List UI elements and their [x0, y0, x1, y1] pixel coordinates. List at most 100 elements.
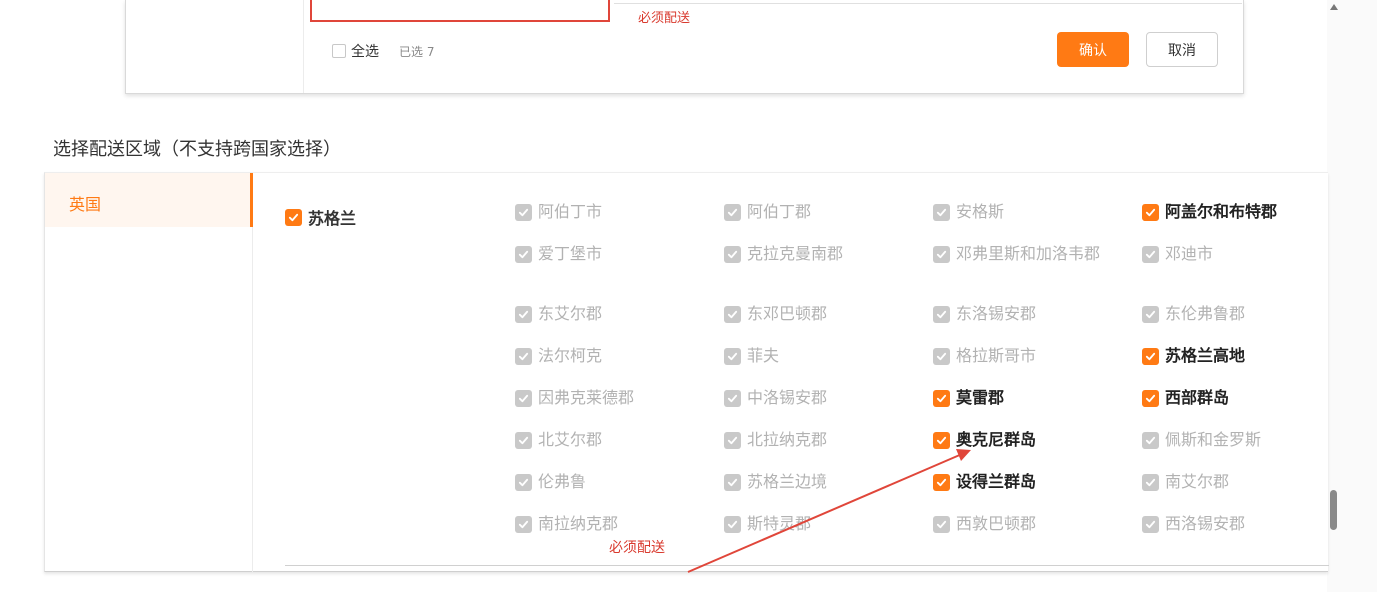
region-checkbox-item[interactable]: 邓弗里斯和加洛韦郡 [933, 245, 1100, 263]
checkbox-disabled-icon [724, 204, 741, 221]
region-label: 北拉纳克郡 [747, 430, 828, 449]
checkbox-disabled-icon [724, 348, 741, 365]
region-checkbox-item[interactable]: 克拉克曼南郡 [724, 245, 843, 263]
country-label: 英国 [69, 195, 102, 214]
region-checkbox-item[interactable]: 阿伯丁市 [515, 203, 602, 221]
annotation-red-box [310, 0, 610, 22]
annotation-required-note-bottom: 必须配送 [609, 540, 665, 556]
region-checkbox-item[interactable]: 南艾尔郡 [1142, 473, 1229, 491]
checkbox-disabled-icon [933, 246, 950, 263]
region-panel-title: 选择配送区域（不支持跨国家选择） [53, 139, 341, 160]
region-label: 伦弗鲁 [538, 472, 587, 491]
region-checkbox-item[interactable]: 伦弗鲁 [515, 473, 586, 491]
top-dialog-divider [614, 3, 1242, 4]
region-checkbox-item[interactable]: 佩斯和金罗斯 [1142, 431, 1261, 449]
region-checkbox-item[interactable]: 阿盖尔和布特郡 [1142, 203, 1277, 221]
region-checkbox-item[interactable]: 苏格兰高地 [1142, 347, 1245, 365]
country-list: 英国 [45, 173, 253, 572]
region-checkbox-item[interactable]: 苏格兰边境 [724, 473, 827, 491]
scrollbar-thumb[interactable] [1330, 490, 1337, 530]
confirm-button[interactable]: 确认 [1057, 32, 1129, 67]
checkbox-disabled-icon [724, 306, 741, 323]
region-group-checkbox[interactable]: 苏格兰 [285, 205, 356, 229]
checkbox-disabled-icon [515, 246, 532, 263]
checkbox-disabled-icon [933, 516, 950, 533]
region-label: 西部群岛 [1165, 388, 1230, 407]
selected-count: 已选 7 [399, 45, 435, 59]
checkbox-checked-icon [285, 208, 302, 226]
checkbox-checked-icon [1142, 390, 1159, 407]
checkbox-disabled-icon [515, 390, 532, 407]
checkbox-disabled-icon [724, 246, 741, 263]
region-checkbox-item[interactable]: 西敦巴顿郡 [933, 515, 1036, 533]
checkbox-checked-icon [1142, 204, 1159, 221]
checkbox-empty-icon [332, 44, 346, 58]
top-dialog-side-column [126, 0, 304, 93]
region-label: 阿伯丁郡 [747, 202, 812, 221]
checkbox-disabled-icon [724, 516, 741, 533]
region-label: 菲夫 [747, 346, 780, 365]
checkbox-disabled-icon [933, 204, 950, 221]
region-label: 北艾尔郡 [538, 430, 603, 449]
region-checkbox-item[interactable]: 奥克尼群岛 [933, 431, 1036, 449]
region-label: 设得兰群岛 [956, 472, 1037, 491]
region-checkbox-item[interactable]: 东伦弗鲁郡 [1142, 305, 1245, 323]
region-checkbox-item[interactable]: 东艾尔郡 [515, 305, 602, 323]
country-item-selected[interactable]: 英国 [45, 173, 253, 227]
region-checkbox-item[interactable]: 中洛锡安郡 [724, 389, 827, 407]
region-label: 格拉斯哥市 [956, 346, 1037, 365]
region-label: 邓迪市 [1165, 244, 1214, 263]
region-label: 东邓巴顿郡 [747, 304, 828, 323]
region-checkbox-item[interactable]: 菲夫 [724, 347, 779, 365]
checkbox-disabled-icon [724, 390, 741, 407]
region-label: 佩斯和金罗斯 [1165, 430, 1262, 449]
select-all-checkbox[interactable]: 全选 [332, 41, 379, 61]
region-label: 法尔柯克 [538, 346, 603, 365]
checkbox-disabled-icon [724, 432, 741, 449]
cancel-button[interactable]: 取消 [1146, 32, 1218, 67]
region-checkbox-item[interactable]: 西部群岛 [1142, 389, 1229, 407]
region-checkbox-item[interactable]: 格拉斯哥市 [933, 347, 1036, 365]
checkbox-checked-icon [933, 474, 950, 491]
checkbox-disabled-icon [515, 204, 532, 221]
region-checkbox-item[interactable]: 北拉纳克郡 [724, 431, 827, 449]
region-checkbox-item[interactable]: 安格斯 [933, 203, 1004, 221]
region-checkbox-item[interactable]: 阿伯丁郡 [724, 203, 811, 221]
region-panel: 英国 苏格兰 阿伯丁市 阿伯丁郡 安格斯 阿盖尔和布特郡爱丁堡市 克拉克曼南郡 邓弗里斯和… [44, 172, 1329, 572]
annotation-required-note-top: 必须配送 [638, 11, 691, 26]
scroll-up-arrow-icon[interactable] [1330, 4, 1338, 10]
region-checkbox-item[interactable]: 东洛锡安郡 [933, 305, 1036, 323]
region-label: 因弗克莱德郡 [538, 388, 635, 407]
checkbox-disabled-icon [515, 348, 532, 365]
region-checkbox-item[interactable]: 因弗克莱德郡 [515, 389, 634, 407]
region-checkbox-item[interactable]: 北艾尔郡 [515, 431, 602, 449]
checkbox-disabled-icon [724, 474, 741, 491]
region-checkbox-item[interactable]: 西洛锡安郡 [1142, 515, 1245, 533]
region-checkbox-item[interactable]: 设得兰群岛 [933, 473, 1036, 491]
region-checkbox-item[interactable]: 爱丁堡市 [515, 245, 602, 263]
region-checkbox-item[interactable]: 斯特灵郡 [724, 515, 811, 533]
region-checkbox-item[interactable]: 东邓巴顿郡 [724, 305, 827, 323]
checkbox-disabled-icon [1142, 474, 1159, 491]
region-label: 阿伯丁市 [538, 202, 603, 221]
region-checkbox-item[interactable]: 南拉纳克郡 [515, 515, 618, 533]
region-panel-bottom-divider [285, 565, 1329, 566]
region-checkbox-item[interactable]: 莫雷郡 [933, 389, 1004, 407]
region-checkbox-item[interactable]: 法尔柯克 [515, 347, 602, 365]
region-label: 苏格兰边境 [747, 472, 828, 491]
checkbox-checked-icon [933, 390, 950, 407]
region-label: 克拉克曼南郡 [747, 244, 844, 263]
region-label: 斯特灵郡 [747, 514, 812, 533]
checkbox-checked-icon [933, 432, 950, 449]
region-label: 奥克尼群岛 [956, 430, 1037, 449]
region-group-label: 苏格兰 [308, 209, 357, 228]
region-checkbox-item[interactable]: 邓迪市 [1142, 245, 1213, 263]
region-label: 东艾尔郡 [538, 304, 603, 323]
region-label: 中洛锡安郡 [747, 388, 828, 407]
region-label: 东伦弗鲁郡 [1165, 304, 1246, 323]
checkbox-disabled-icon [1142, 516, 1159, 533]
checkbox-checked-icon [1142, 348, 1159, 365]
region-label: 阿盖尔和布特郡 [1165, 202, 1278, 221]
region-label: 西敦巴顿郡 [956, 514, 1037, 533]
checkbox-disabled-icon [933, 306, 950, 323]
